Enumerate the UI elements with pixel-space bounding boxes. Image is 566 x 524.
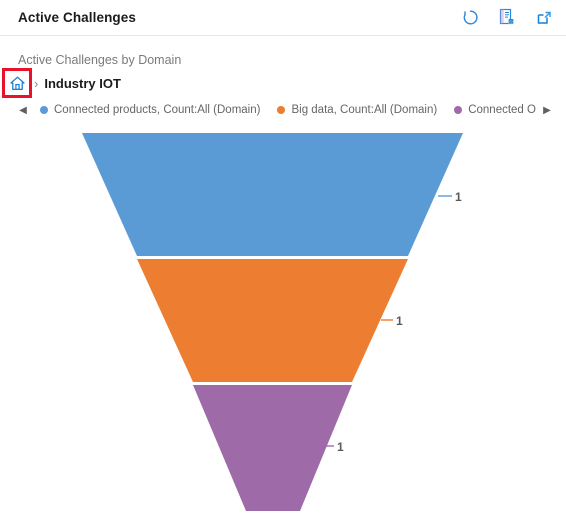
funnel-segment-1[interactable] <box>82 133 463 256</box>
breadcrumb-current: Industry IOT <box>44 75 121 91</box>
header-actions <box>458 5 556 29</box>
funnel-segment-3[interactable] <box>193 385 352 511</box>
breadcrumb: › Industry IOT <box>4 70 121 96</box>
legend-item-connected-products[interactable]: Connected products, Count:All (Domain) <box>40 104 260 116</box>
funnel-chart-svg: 1 1 1 <box>82 133 463 511</box>
funnel-data-label-2: 1 <box>396 314 403 328</box>
export-to-excel-icon[interactable] <box>495 5 519 29</box>
refresh-icon[interactable] <box>458 5 482 29</box>
legend-item-label: Connected Opera <box>468 104 536 116</box>
chart-legend: ◀ Connected products, Count:All (Domain)… <box>0 101 566 119</box>
funnel-data-label-1: 1 <box>455 190 462 204</box>
legend-color-dot <box>40 106 48 114</box>
legend-color-dot <box>277 106 286 114</box>
funnel-data-label-3: 1 <box>337 440 344 454</box>
home-icon[interactable] <box>4 70 30 96</box>
legend-next-arrow[interactable]: ▶ <box>536 101 558 119</box>
funnel-chart: 1 1 1 <box>0 122 566 524</box>
legend-item-label: Big data, Count:All (Domain) <box>291 104 438 116</box>
legend-item-connected-operations[interactable]: Connected Opera <box>454 104 536 116</box>
active-challenges-panel: Active Challenges Active Challenges by D… <box>0 0 566 524</box>
legend-item-big-data[interactable]: Big data, Count:All (Domain) <box>277 104 437 116</box>
pop-out-icon[interactable] <box>532 5 556 29</box>
page-title: Active Challenges <box>18 10 136 25</box>
funnel-segment-2[interactable] <box>137 259 408 382</box>
chart-subtitle: Active Challenges by Domain <box>18 53 182 67</box>
panel-header: Active Challenges <box>0 0 566 36</box>
legend-color-dot <box>454 106 463 114</box>
breadcrumb-separator: › <box>34 75 39 91</box>
legend-items: Connected products, Count:All (Domain) B… <box>40 104 536 116</box>
legend-prev-arrow[interactable]: ◀ <box>12 101 34 119</box>
legend-item-label: Connected products, Count:All (Domain) <box>54 104 261 116</box>
